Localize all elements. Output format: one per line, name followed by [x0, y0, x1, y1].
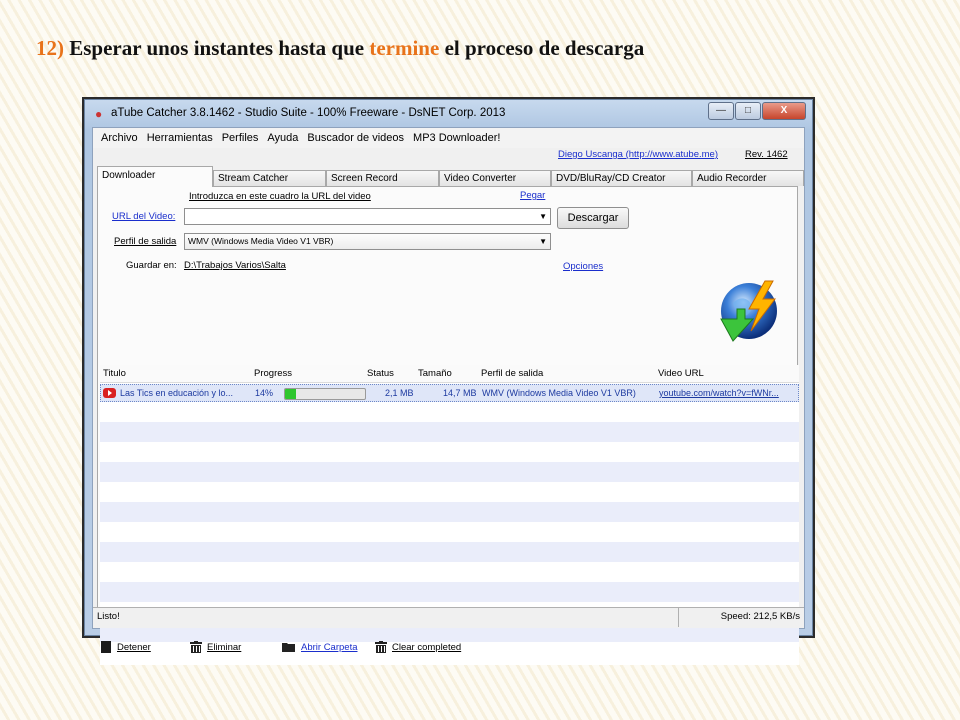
open-folder-button[interactable]: Abrir Carpeta: [282, 641, 358, 653]
clear-completed-button[interactable]: Clear completed: [375, 641, 461, 653]
youtube-icon: [103, 388, 116, 398]
tab-dvd-creator[interactable]: DVD/BluRay/CD Creator: [551, 170, 692, 186]
slide-title: 12) Esperar unos instantes hasta que ter…: [36, 36, 644, 61]
url-input[interactable]: ▼: [184, 208, 551, 225]
stop-button[interactable]: Detener: [100, 641, 151, 653]
atube-catcher-window: ● aTube Catcher 3.8.1462 - Studio Suite …: [82, 97, 815, 665]
col-tamano[interactable]: Tamaño: [418, 368, 452, 379]
tab-screen-record[interactable]: Screen Record: [326, 170, 439, 186]
col-video-url[interactable]: Video URL: [658, 368, 704, 379]
tab-downloader[interactable]: Downloader: [97, 166, 213, 187]
table-header: Titulo Progress Status Tamaño Perfil de …: [100, 365, 799, 383]
window-controls: — □ X: [707, 102, 806, 120]
trash-icon: [190, 641, 202, 653]
row-url-link[interactable]: youtube.com/watch?v=fWNr...: [659, 388, 779, 398]
col-status[interactable]: Status: [367, 368, 394, 379]
row-size: 14,7 MB: [443, 388, 477, 398]
profile-select[interactable]: WMV (Windows Media Video V1 VBR) ▼: [184, 233, 551, 250]
tab-audio-recorder[interactable]: Audio Recorder: [692, 170, 804, 186]
client-area: Archivo Herramientas Perfiles Ayuda Busc…: [92, 127, 805, 665]
empty-row: [100, 542, 799, 562]
empty-row: [100, 422, 799, 442]
col-titulo[interactable]: Titulo: [103, 368, 126, 379]
col-progress[interactable]: Progress: [254, 368, 292, 379]
empty-row: [100, 462, 799, 482]
save-label: Guardar en:: [126, 260, 177, 271]
slide-title-text: Esperar unos instantes hasta que: [64, 36, 370, 60]
download-speed: Speed: 212,5 KB/s: [720, 611, 800, 622]
row-progress-text: 14%: [255, 388, 274, 398]
menu-herramientas[interactable]: Herramientas: [143, 128, 218, 148]
table-row[interactable]: Las Tics en educación y lo... 14% 2,1 MB…: [100, 384, 799, 402]
menu-bar: Archivo Herramientas Perfiles Ayuda Busc…: [93, 128, 804, 148]
minimize-button[interactable]: —: [708, 102, 734, 120]
row-progress-bar: [284, 388, 366, 400]
delete-label: Eliminar: [207, 641, 242, 653]
status-bar: Listo! Speed: 212,5 KB/s: [93, 607, 804, 628]
tab-stream-catcher[interactable]: Stream Catcher: [213, 170, 326, 186]
window-title: aTube Catcher 3.8.1462 - Studio Suite - …: [111, 107, 506, 119]
slide-step-number: 12): [36, 36, 64, 60]
options-link[interactable]: Opciones: [563, 261, 603, 272]
row-profile: WMV (Windows Media Video V1 VBR): [482, 388, 636, 398]
url-hint: Introduzca en este cuadro la URL del vid…: [189, 191, 371, 202]
empty-row: [100, 502, 799, 522]
paste-link[interactable]: Pegar: [520, 190, 545, 201]
profile-select-value: WMV (Windows Media Video V1 VBR): [188, 236, 334, 246]
row-status: 2,1 MB: [385, 388, 414, 398]
save-path-link[interactable]: D:\Trabajos Varios\Salta: [184, 260, 286, 271]
menu-archivo[interactable]: Archivo: [97, 128, 143, 148]
open-folder-label: Abrir Carpeta: [301, 641, 358, 653]
col-perfil[interactable]: Perfil de salida: [481, 368, 543, 379]
tab-video-converter[interactable]: Video Converter: [439, 170, 551, 186]
delete-button[interactable]: Eliminar: [190, 641, 241, 653]
tab-strip: Downloader Stream Catcher Screen Record …: [97, 166, 804, 187]
close-button[interactable]: X: [762, 102, 806, 120]
progress-fill: [285, 389, 297, 399]
title-bar[interactable]: ● aTube Catcher 3.8.1462 - Studio Suite …: [85, 100, 812, 126]
empty-row: [100, 582, 799, 602]
app-icon: ●: [95, 107, 103, 121]
revision-link[interactable]: Rev. 1462: [745, 149, 788, 160]
trash-icon: [375, 641, 387, 653]
profile-dropdown-icon[interactable]: ▼: [539, 234, 547, 249]
slide-title-end: el proceso de descarga: [439, 36, 645, 60]
profile-label: Perfil de salida: [114, 236, 177, 247]
clear-completed-label: Clear completed: [392, 641, 462, 653]
slide-title-highlight: termine: [369, 36, 440, 60]
row-title: Las Tics en educación y lo...: [120, 388, 234, 398]
status-text: Listo!: [93, 608, 679, 627]
stop-label: Detener: [117, 641, 151, 653]
stop-icon: [101, 641, 111, 653]
action-bar: Detener Eliminar Abrir Carpeta Clear com…: [98, 637, 797, 657]
author-link[interactable]: Diego Uscanga (http://www.atube.me): [558, 149, 718, 160]
atube-logo-icon: [720, 280, 777, 342]
menu-mp3-downloader[interactable]: MP3 Downloader!: [409, 128, 505, 148]
url-label: URL del Video:: [112, 211, 176, 222]
url-dropdown-icon[interactable]: ▼: [539, 209, 547, 224]
menu-perfiles[interactable]: Perfiles: [218, 128, 264, 148]
maximize-button[interactable]: □: [735, 102, 761, 120]
menu-ayuda[interactable]: Ayuda: [263, 128, 303, 148]
downloader-panel: Introduzca en este cuadro la URL del vid…: [97, 186, 799, 665]
download-button[interactable]: Descargar: [557, 207, 629, 229]
menu-buscador[interactable]: Buscador de videos: [303, 128, 409, 148]
window-frame: ● aTube Catcher 3.8.1462 - Studio Suite …: [84, 99, 813, 665]
folder-icon: [282, 643, 295, 652]
